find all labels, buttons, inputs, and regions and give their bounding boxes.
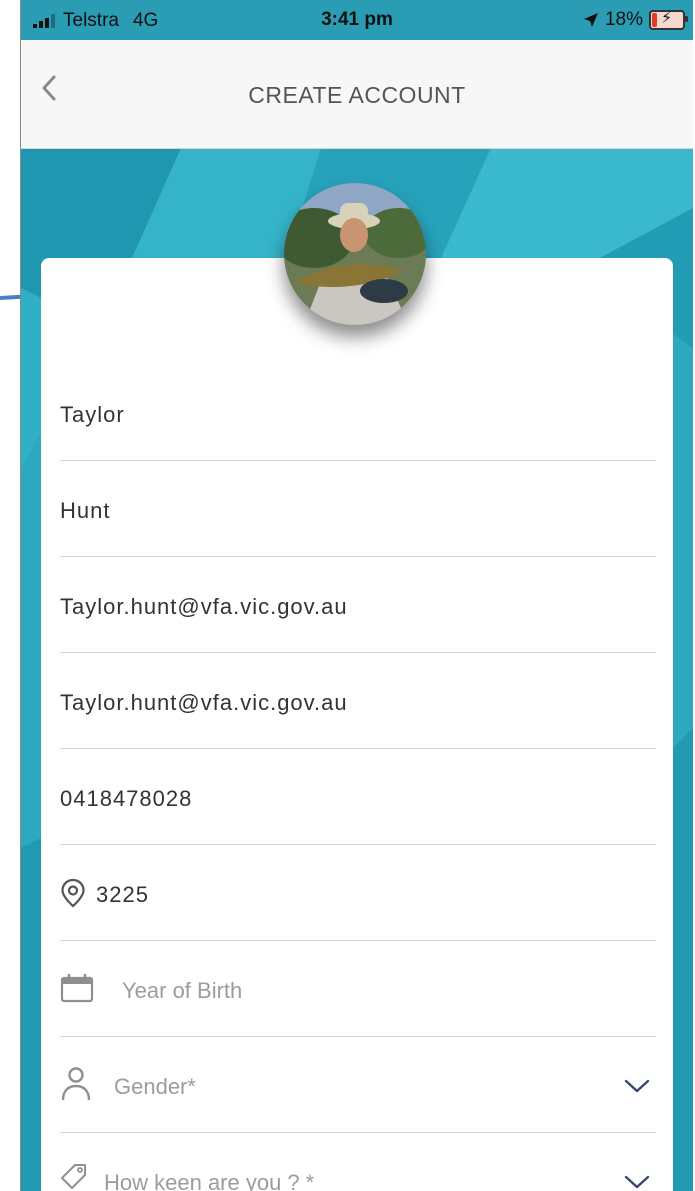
calendar-icon xyxy=(60,974,94,1003)
person-icon xyxy=(61,1067,91,1101)
profile-avatar[interactable] xyxy=(284,183,426,325)
battery-charging-icon: ⚡ xyxy=(649,10,688,30)
keenness-select[interactable]: How keen are you ? * xyxy=(60,1132,656,1191)
first-name-value: Taylor xyxy=(60,402,125,427)
account-form-card: Taylor Hunt Taylor.hunt@vfa.vic.gov.au T… xyxy=(41,258,673,1191)
last-name-value: Hunt xyxy=(60,498,111,523)
page-title: CREATE ACCOUNT xyxy=(248,82,466,108)
year-of-birth-field[interactable]: Year of Birth xyxy=(60,940,656,1037)
navigation-bar: CREATE ACCOUNT xyxy=(21,40,693,149)
keenness-placeholder: How keen are you ? * xyxy=(104,1170,315,1191)
gender-placeholder: Gender* xyxy=(114,1074,196,1099)
profile-photo xyxy=(284,183,426,325)
chevron-down-icon[interactable] xyxy=(624,1174,650,1190)
status-bar: Telstra 4G 3:41 pm 18% ⚡ xyxy=(21,0,693,40)
postcode-field[interactable]: 3225 xyxy=(60,844,656,941)
last-name-field[interactable]: Hunt xyxy=(60,460,656,557)
location-arrow-icon xyxy=(583,13,598,27)
phone-screen: Telstra 4G 3:41 pm 18% ⚡ CREATE ACCOUNT … xyxy=(20,0,693,1191)
confirm-email-value: Taylor.hunt@vfa.vic.gov.au xyxy=(60,690,348,715)
phone-value: 0418478028 xyxy=(60,786,193,811)
postcode-value: 3225 xyxy=(96,882,149,907)
battery-percent: 18% xyxy=(604,9,643,30)
email-value: Taylor.hunt@vfa.vic.gov.au xyxy=(60,594,348,619)
status-right: 18% ⚡ xyxy=(583,9,688,31)
phone-field[interactable]: 0418478028 xyxy=(60,748,656,845)
first-name-field[interactable]: Taylor xyxy=(60,364,656,461)
chevron-down-icon[interactable] xyxy=(624,1078,650,1094)
confirm-email-field[interactable]: Taylor.hunt@vfa.vic.gov.au xyxy=(60,652,656,749)
gender-select[interactable]: Gender* xyxy=(60,1036,656,1133)
year-of-birth-placeholder: Year of Birth xyxy=(122,978,243,1003)
location-pin-icon xyxy=(61,878,85,908)
email-field[interactable]: Taylor.hunt@vfa.vic.gov.au xyxy=(60,556,656,653)
tag-icon xyxy=(61,1164,86,1189)
